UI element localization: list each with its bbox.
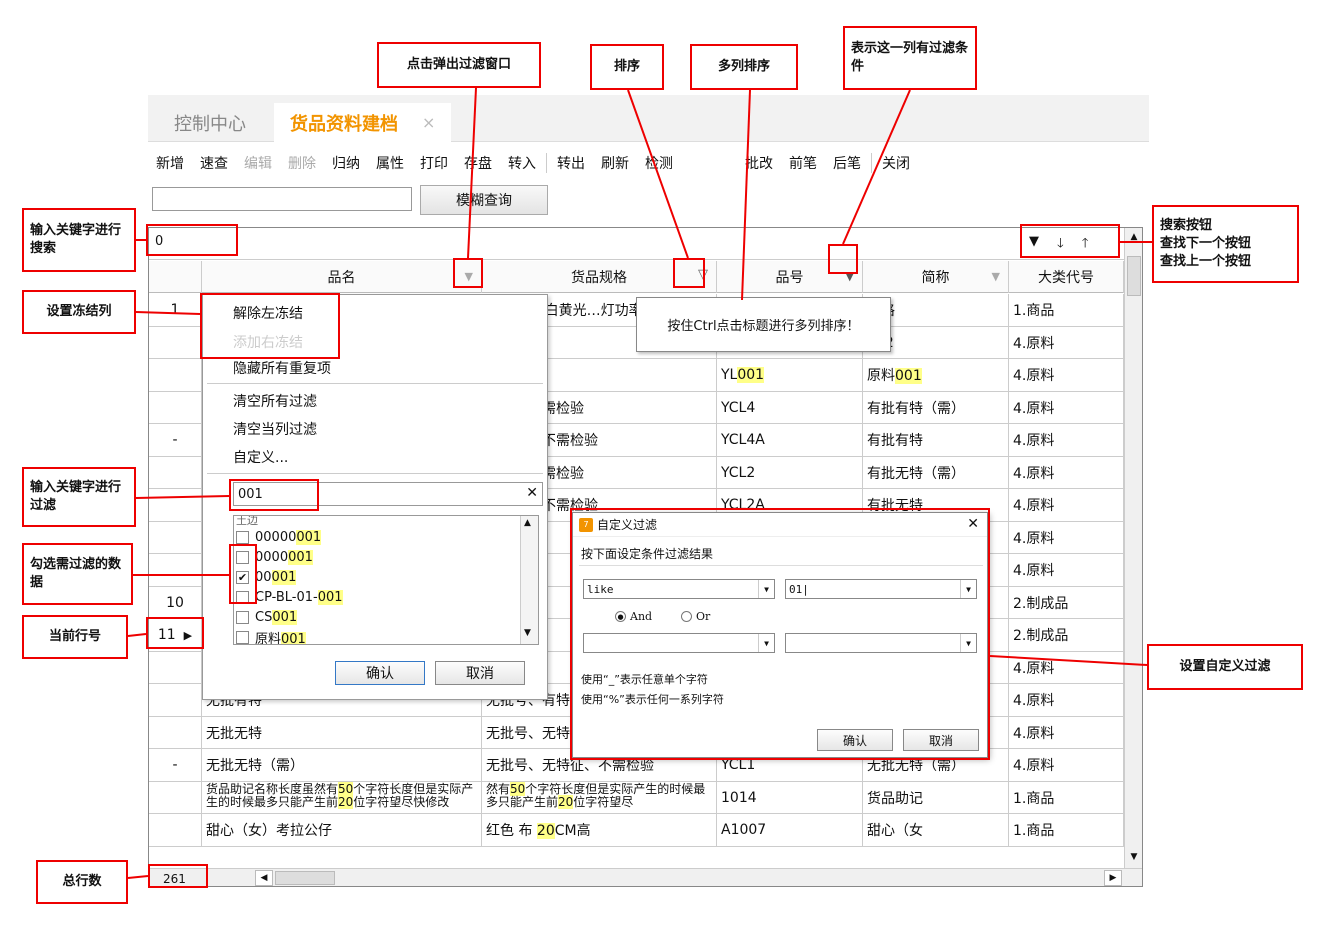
annotation-lines [127, 87, 1152, 879]
